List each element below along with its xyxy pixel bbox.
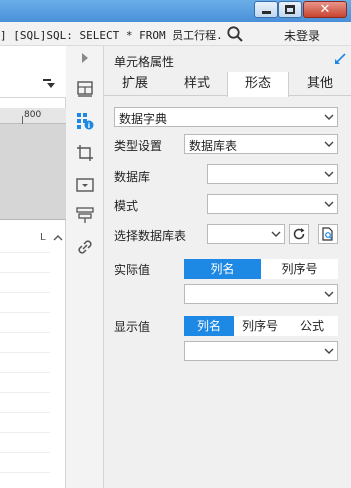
ruler-tick-label: 800 (24, 110, 42, 120)
grid-line (0, 392, 50, 393)
tab-expand[interactable]: 扩展 (104, 72, 166, 96)
scroll-up-icon[interactable] (52, 232, 64, 244)
tab-form[interactable]: 形态 (227, 72, 289, 97)
table-select[interactable] (207, 224, 285, 244)
actual-mode-column-index[interactable]: 列序号 (261, 259, 338, 279)
select-table-label: 选择数据库表 (114, 229, 187, 243)
type-setting-select[interactable]: 数据库表 (184, 134, 338, 154)
maximize-button[interactable] (278, 1, 302, 18)
sql-status-text[interactable]: ] [SQL]SQL: SELECT * FROM 员工行程... (0, 27, 222, 43)
dictionary-type-value: 数据字典 (119, 112, 168, 126)
minimize-button[interactable] (254, 1, 278, 18)
chevron-down-icon (324, 114, 334, 120)
column-marker: L (40, 232, 46, 243)
property-icon-rail: i (66, 46, 104, 488)
ruler-tick-mark (22, 116, 23, 124)
close-icon: ✕ (319, 2, 331, 17)
chevron-down-icon (324, 171, 334, 177)
crop-icon[interactable] (76, 144, 94, 162)
chevron-down-icon (324, 348, 334, 354)
cell-properties-panel: 单元格属性 扩展 样式 形态 其他 数据字典 类型设置 数据库表 数据库 模式 … (104, 46, 351, 488)
grid-line (0, 412, 50, 413)
expand-panel-icon[interactable] (78, 51, 92, 65)
schema-label: 模式 (114, 199, 139, 213)
panel-title: 单元格属性 (114, 55, 175, 69)
grid-line (0, 432, 50, 433)
grid-line (0, 332, 50, 333)
display-value-select[interactable] (184, 341, 338, 361)
database-select[interactable] (207, 164, 338, 184)
actual-value-mode: 列名 列序号 (184, 259, 338, 279)
document-search-icon (322, 227, 333, 241)
refresh-button[interactable] (289, 224, 309, 244)
type-setting-label: 类型设置 (114, 139, 163, 153)
display-value-mode: 列名 列序号 公式 (184, 316, 338, 336)
actual-mode-column-name[interactable]: 列名 (184, 259, 261, 279)
sort-icon[interactable] (42, 77, 56, 91)
actual-value-select[interactable] (184, 284, 338, 304)
maximize-icon (285, 5, 295, 14)
stack-icon[interactable] (76, 206, 94, 224)
grid-line (0, 252, 50, 253)
property-tabs: 扩展 样式 形态 其他 (104, 72, 351, 97)
svg-text:i: i (88, 122, 90, 130)
login-link[interactable]: 未登录 (284, 27, 320, 44)
type-setting-value: 数据库表 (189, 139, 238, 153)
search-icon[interactable] (226, 25, 244, 43)
designer-toolbar (0, 46, 66, 98)
display-mode-formula[interactable]: 公式 (286, 316, 338, 336)
info-bar: ] [SQL]SQL: SELECT * FROM 员工行程... 未登录 (0, 22, 351, 46)
window-titlebar: ✕ (0, 0, 351, 22)
refresh-icon (293, 228, 305, 240)
preview-table-button[interactable] (318, 224, 338, 244)
grid-line (0, 352, 50, 353)
grid-line (0, 452, 50, 453)
minimize-icon (261, 11, 271, 14)
chevron-down-icon (271, 231, 281, 237)
close-button[interactable]: ✕ (303, 1, 347, 18)
canvas-header (0, 108, 66, 220)
tab-style[interactable]: 样式 (166, 72, 228, 96)
layout-icon[interactable] (76, 80, 94, 98)
database-label: 数据库 (114, 170, 151, 184)
chevron-down-icon (324, 141, 334, 147)
widget-icon[interactable] (76, 176, 94, 194)
display-value-label: 显示值 (114, 320, 151, 334)
chevron-down-icon (324, 201, 334, 207)
link-icon[interactable] (76, 238, 94, 256)
collapse-arrow-icon[interactable] (333, 52, 347, 66)
grid-line (0, 272, 50, 273)
grid-line (0, 312, 50, 313)
grid-line (0, 472, 50, 473)
report-designer-area: 800 L (0, 46, 66, 488)
grid-line (0, 372, 50, 373)
dictionary-type-select[interactable]: 数据字典 (114, 107, 338, 127)
chevron-down-icon (324, 291, 334, 297)
grid-line (0, 292, 50, 293)
display-mode-column-name[interactable]: 列名 (184, 316, 234, 336)
schema-select[interactable] (207, 194, 338, 214)
actual-value-label: 实际值 (114, 263, 151, 277)
display-mode-column-index[interactable]: 列序号 (234, 316, 286, 336)
cell-properties-icon[interactable]: i (76, 112, 94, 130)
tab-other[interactable]: 其他 (289, 72, 351, 96)
